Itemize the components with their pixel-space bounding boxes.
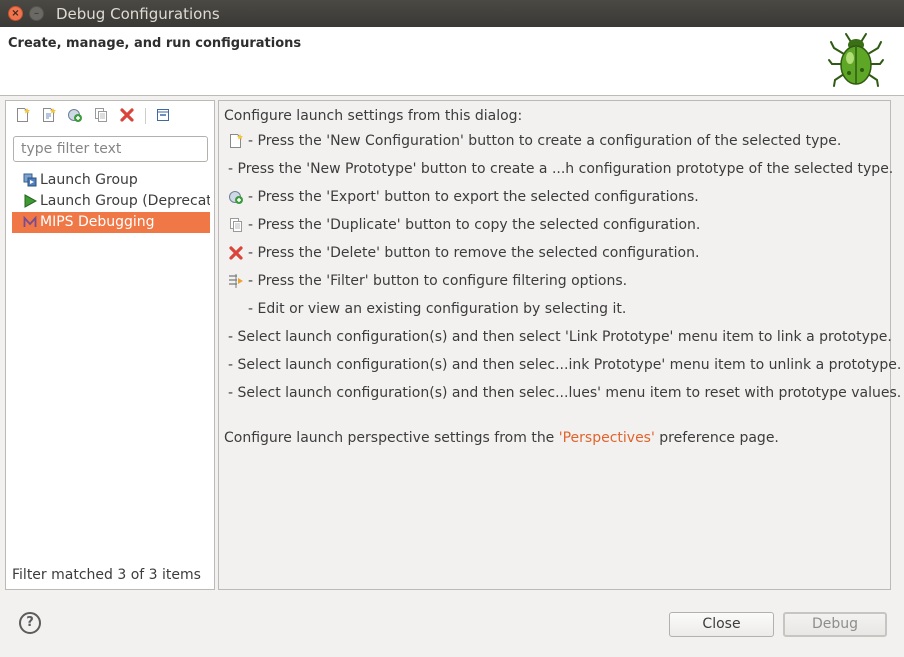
help-line-text: - Select launch configuration(s) and the… <box>228 357 902 373</box>
help-line-text: - Select launch configuration(s) and the… <box>228 329 892 345</box>
help-line-text: - Press the 'New Prototype' button to cr… <box>228 161 894 177</box>
new-configuration-icon <box>230 134 243 148</box>
launch-group-deprecated-icon <box>24 194 37 208</box>
export-icon <box>229 191 243 204</box>
window-title: Debug Configurations <box>56 5 220 23</box>
perspective-prefix: Configure launch perspective settings fr… <box>224 430 559 446</box>
toolbar-separator <box>145 108 146 124</box>
perspectives-link[interactable]: 'Perspectives' <box>559 430 655 446</box>
help-line-text: - Press the 'Export' button to export th… <box>248 189 699 205</box>
perspective-settings-text: Configure launch perspective settings fr… <box>224 430 779 446</box>
delete-icon[interactable] <box>119 107 135 123</box>
tree-item-mips-debugging[interactable]: MIPS Debugging <box>12 212 210 233</box>
configuration-tree: Launch Group Launch Group (Deprecated) M… <box>12 170 210 233</box>
tree-item-launch-group-deprecated[interactable]: Launch Group (Deprecated) <box>12 191 210 212</box>
mips-icon <box>23 215 37 227</box>
tree-item-label: Launch Group (Deprecated) <box>40 193 210 209</box>
filter-icon <box>229 274 243 288</box>
dialog-header: Create, manage, and run configurations <box>0 27 904 96</box>
help-line-text: - Press the 'New Configuration' button t… <box>248 133 842 149</box>
help-line-text: - Press the 'Delete' button to remove th… <box>248 245 700 261</box>
tree-item-label: Launch Group <box>40 172 138 188</box>
filter-status-text: Filter matched 3 of 3 items <box>12 567 201 583</box>
duplicate-icon[interactable] <box>93 107 109 123</box>
delete-icon <box>229 246 243 260</box>
help-line-text: - Press the 'Filter' button to configure… <box>248 273 628 289</box>
dialog-heading: Create, manage, and run configurations <box>8 36 302 51</box>
duplicate-icon <box>230 218 242 232</box>
tree-item-launch-group[interactable]: Launch Group <box>12 170 210 191</box>
window-close-button[interactable]: × <box>8 6 23 21</box>
help-button[interactable]: ? <box>19 612 41 634</box>
configuration-list-panel: Launch Group Launch Group (Deprecated) M… <box>5 100 215 590</box>
help-content-panel: Configure launch settings from this dial… <box>218 100 901 590</box>
intro-text: Configure launch settings from this dial… <box>224 108 523 124</box>
close-button[interactable]: Close <box>669 612 774 637</box>
debug-button[interactable]: Debug <box>783 612 887 637</box>
tree-item-label: MIPS Debugging <box>40 214 155 230</box>
help-line-text: - Press the 'Duplicate' button to copy t… <box>248 217 701 233</box>
help-line-text: - Edit or view an existing configuration… <box>248 301 627 317</box>
title-bar: × – Debug Configurations <box>0 0 904 27</box>
collapse-all-icon[interactable] <box>155 107 171 123</box>
filter-input[interactable] <box>13 136 208 162</box>
launch-group-icon <box>23 173 37 187</box>
bug-icon <box>828 33 884 87</box>
export-icon[interactable] <box>67 107 83 123</box>
perspective-suffix: preference page. <box>654 430 779 446</box>
new-configuration-icon[interactable] <box>15 107 31 123</box>
window-minimize-button[interactable]: – <box>29 6 44 21</box>
new-prototype-icon[interactable] <box>41 107 57 123</box>
help-line-text: - Select launch configuration(s) and the… <box>228 385 902 401</box>
